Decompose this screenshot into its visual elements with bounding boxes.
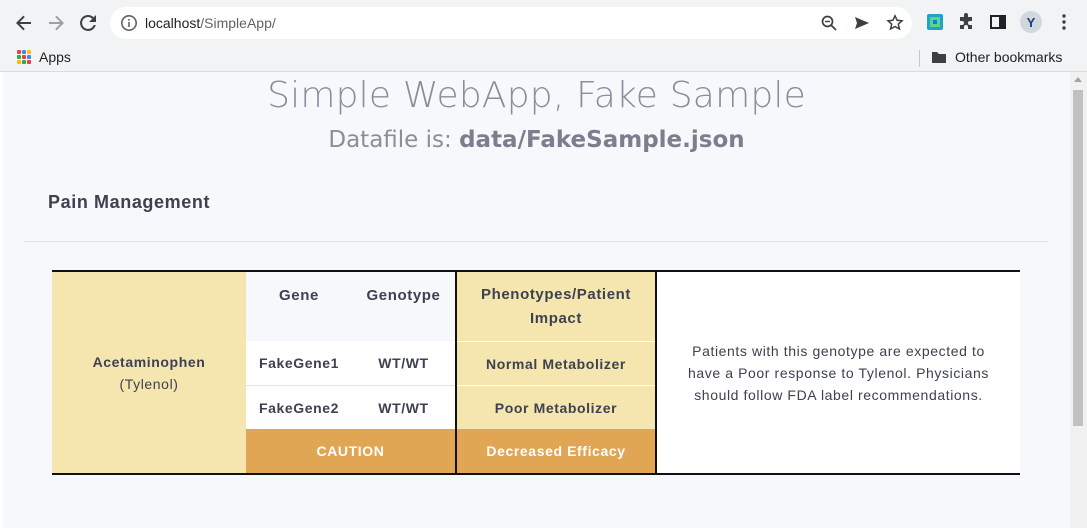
phenotype-column: Phenotypes/Patient Impact Normal Metabol…: [455, 272, 657, 473]
gene-header: Gene: [279, 286, 319, 304]
section-divider: [24, 241, 1048, 242]
browser-toolbar: localhost/SimpleApp/ Y: [0, 0, 1087, 45]
arrow-left-icon: [16, 15, 31, 31]
genotype-cell: WT/WT: [352, 386, 455, 429]
drug-table: Acetaminophen (Tylenol) Gene Genotype Fa…: [52, 270, 1020, 475]
page-viewport: Simple WebApp, Fake Sample Datafile is: …: [0, 72, 1087, 528]
reload-button[interactable]: [76, 11, 100, 35]
bookmarks-separator: [919, 50, 920, 67]
bookmarks-bar: Apps Other bookmarks: [0, 45, 1087, 72]
side-panel-button[interactable]: [988, 12, 1008, 32]
extensions-button[interactable]: [956, 12, 976, 32]
page-title: Simple WebApp, Fake Sample: [267, 75, 806, 116]
other-bookmarks[interactable]: Other bookmarks: [931, 49, 1062, 65]
reload-icon: [80, 14, 96, 31]
gene-cell: FakeGene2: [246, 386, 352, 429]
page-subtitle: Datafile is: data/FakeSample.json: [3, 127, 1070, 153]
phenotype-header: Phenotypes/Patient Impact: [481, 285, 631, 327]
browser-menu-button[interactable]: [1054, 12, 1074, 32]
gene-cell: FakeGene1: [246, 341, 352, 385]
address-bar[interactable]: localhost/SimpleApp/: [110, 7, 912, 39]
puzzle-icon: [960, 13, 972, 29]
side-panel-icon: [990, 15, 1006, 29]
profile-initial: Y: [1026, 14, 1036, 30]
genotype-header: Genotype: [366, 286, 441, 304]
phenotype-cell: Normal Metabolizer: [486, 355, 626, 372]
efficacy-label: Decreased Efficacy: [457, 429, 655, 473]
folder-icon: [932, 52, 946, 63]
datafile-name: data/FakeSample.json: [459, 127, 745, 153]
kebab-menu-icon: [1062, 14, 1066, 30]
section-heading: Pain Management: [48, 192, 211, 212]
arrow-right-icon: [49, 15, 64, 31]
zoom-icon[interactable]: [820, 14, 838, 32]
web-page: Simple WebApp, Fake Sample Datafile is: …: [3, 72, 1070, 528]
datafile-prefix: Datafile is:: [328, 127, 460, 153]
apps-shortcut[interactable]: Apps: [17, 49, 71, 65]
url-path: /SimpleApp/: [200, 15, 276, 31]
profile-avatar[interactable]: Y: [1020, 11, 1042, 33]
url-host: localhost: [145, 15, 201, 31]
drug-brand: (Tylenol): [119, 375, 179, 392]
phenotype-cell: Poor Metabolizer: [494, 399, 618, 416]
page-scrollbar[interactable]: [1070, 72, 1087, 528]
info-icon[interactable]: [120, 14, 138, 32]
genotype-cell: WT/WT: [352, 341, 455, 385]
send-icon[interactable]: [853, 14, 871, 32]
gene-genotype-column: Gene Genotype FakeGene1 WT/WT FakeGene2 …: [246, 272, 455, 473]
back-button[interactable]: [12, 11, 36, 35]
colorful-extension-icon: [927, 14, 943, 30]
apps-label: Apps: [39, 49, 71, 65]
extension-app-icon[interactable]: [925, 12, 945, 32]
other-bookmarks-label: Other bookmarks: [955, 49, 1063, 65]
drug-cell: Acetaminophen (Tylenol): [52, 272, 246, 473]
caution-label: CAUTION: [246, 429, 455, 473]
forward-button[interactable]: [44, 11, 68, 35]
star-icon[interactable]: [886, 14, 904, 32]
impact-text: Patients with this genotype are expected…: [657, 272, 1020, 473]
scroll-up-arrow-icon[interactable]: [1074, 77, 1082, 82]
url-text[interactable]: localhost/SimpleApp/: [145, 15, 276, 31]
drug-name: Acetaminophen: [92, 353, 206, 370]
apps-grid-icon: [17, 50, 31, 64]
scrollbar-thumb[interactable]: [1073, 90, 1083, 426]
